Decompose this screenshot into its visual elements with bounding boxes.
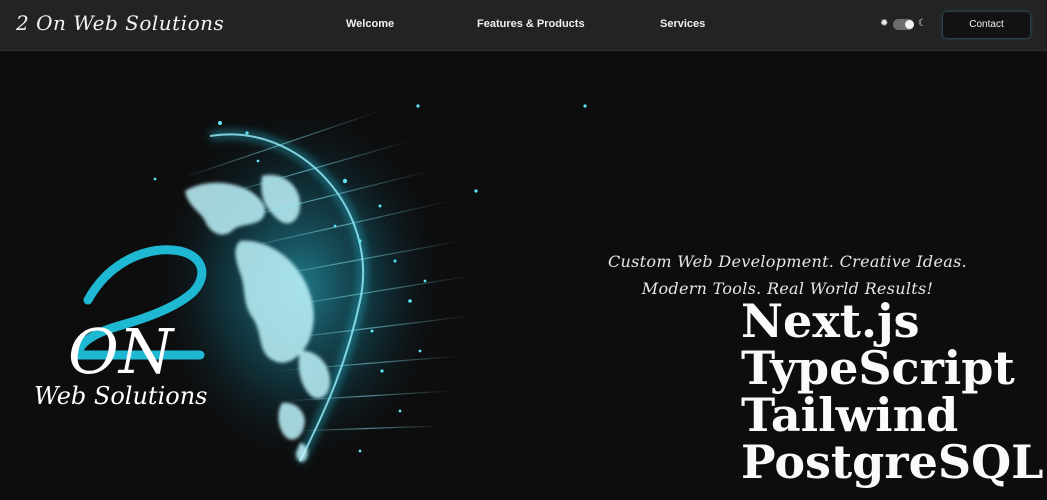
hero-section: ON Web Solutions Custom Web Development.… <box>0 51 1047 500</box>
tech-item-postgresql: PostgreSQL <box>741 435 1044 489</box>
brand-logo-text[interactable]: 2 On Web Solutions <box>16 11 224 35</box>
tech-item-tailwind: Tailwind <box>741 388 959 442</box>
moon-icon: ☾ <box>918 18 927 29</box>
nav-link-services[interactable]: Services <box>660 18 705 30</box>
glowing-globe-graphic: ON Web Solutions <box>34 101 587 471</box>
tech-stack-list: Next.js TypeScript Tailwind PostgreSQL <box>741 298 1043 486</box>
tagline-line-1: Custom Web Development. Creative Ideas. <box>608 252 967 271</box>
tech-item-nextjs: Next.js <box>741 294 920 348</box>
sun-icon: ✹ <box>880 18 889 29</box>
theme-toggle[interactable]: ✹ ☾ <box>880 18 928 32</box>
navbar: 2 On Web Solutions Welcome Features & Pr… <box>0 0 1047 51</box>
theme-switch[interactable] <box>893 19 914 30</box>
switch-knob <box>905 20 914 29</box>
nav-link-welcome[interactable]: Welcome <box>346 18 394 30</box>
svg-text:ON: ON <box>68 315 176 388</box>
tech-item-typescript: TypeScript <box>741 341 1015 395</box>
svg-text:Web Solutions: Web Solutions <box>34 382 207 410</box>
nav-link-features-products[interactable]: Features & Products <box>477 18 585 30</box>
contact-button[interactable]: Contact <box>942 11 1031 39</box>
